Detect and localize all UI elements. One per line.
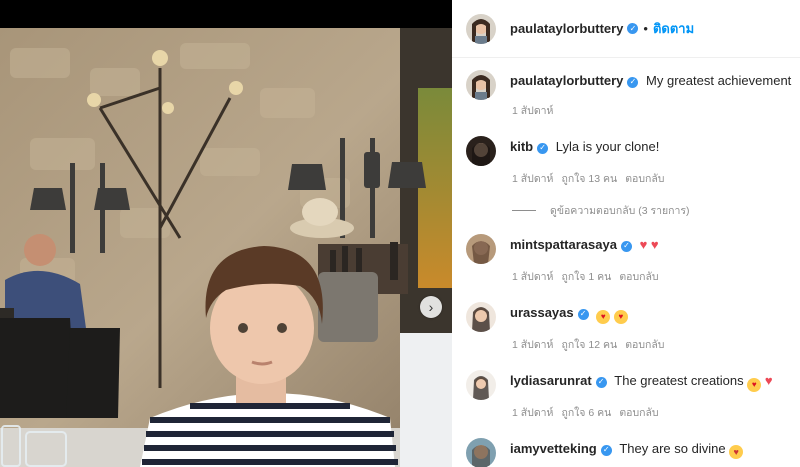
praying-face-icon: ♥ bbox=[729, 445, 744, 459]
comment-text: The greatest creations bbox=[614, 373, 744, 388]
reply-button[interactable]: ตอบกลับ bbox=[625, 336, 664, 353]
heart-eyes-icon: ♥ bbox=[596, 310, 611, 324]
replies-divider bbox=[512, 210, 536, 211]
comment-text: Lyla is your clone! bbox=[555, 139, 660, 154]
caption-avatar[interactable] bbox=[466, 70, 496, 100]
heart-eyes-icon: ♥ bbox=[747, 378, 762, 392]
view-replies-button[interactable]: ดูข้อความตอบกลับ (3 รายการ) bbox=[512, 202, 690, 219]
author-username[interactable]: paulataylorbuttery bbox=[510, 21, 623, 36]
red-heart-icon: ♥ bbox=[650, 237, 659, 252]
post-photo bbox=[0, 28, 452, 467]
commenter-username[interactable]: mintspattarasaya bbox=[510, 237, 617, 252]
comment-likes[interactable]: ถูกใจ 12 คน bbox=[561, 336, 617, 353]
chevron-right-icon: › bbox=[428, 299, 434, 315]
top-black-bar bbox=[0, 0, 452, 28]
comment-likes[interactable]: ถูกใจ 6 คน bbox=[561, 404, 611, 421]
commenter-username[interactable]: kitb bbox=[510, 139, 533, 154]
verified-badge-icon: ✓ bbox=[600, 444, 612, 456]
comment-time: 1 สัปดาห์ bbox=[512, 173, 554, 185]
caption-time: 1 สัปดาห์ bbox=[512, 105, 554, 117]
caption-text: My greatest achievement bbox=[646, 73, 792, 88]
commenter-username[interactable]: lydiasarunrat bbox=[510, 373, 592, 388]
comment-item: iamyvetteking ✓ They are so divine ♥ bbox=[466, 438, 796, 467]
verified-badge-icon: ✓ bbox=[620, 240, 632, 252]
comment-item: lydiasarunrat ✓ The greatest creations ♥ … bbox=[466, 370, 796, 421]
commenter-avatar[interactable] bbox=[466, 136, 496, 166]
commenter-username[interactable]: urassayas bbox=[510, 305, 574, 320]
comment-item: mintspattarasaya ✓ ♥ ♥ 1 สัปดาห์ ถูกใจ 1 … bbox=[466, 234, 796, 285]
reply-button[interactable]: ตอบกลับ bbox=[625, 170, 664, 187]
commenter-avatar[interactable] bbox=[466, 370, 496, 400]
comment-likes[interactable]: ถูกใจ 1 คน bbox=[561, 268, 611, 285]
view-replies-label: ดูข้อความตอบกลับ (3 รายการ) bbox=[550, 205, 690, 217]
commenter-avatar[interactable] bbox=[466, 234, 496, 264]
comment-likes[interactable]: ถูกใจ 13 คน bbox=[561, 170, 617, 187]
comment-time: 1 สัปดาห์ bbox=[512, 407, 554, 419]
comment-text: They are so divine bbox=[619, 441, 726, 456]
verified-badge-icon: ✓ bbox=[627, 23, 639, 34]
caption-username[interactable]: paulataylorbuttery bbox=[510, 73, 623, 88]
comment-item: kitb ✓ Lyla is your clone! 1 สัปดาห์ ถูกใ… bbox=[466, 136, 796, 187]
heart-eyes-icon: ♥ bbox=[613, 310, 628, 324]
red-heart-icon: ♥ bbox=[764, 373, 773, 388]
separator-dot: • bbox=[643, 21, 648, 36]
comment-time: 1 สัปดาห์ bbox=[512, 271, 554, 283]
commenter-avatar[interactable] bbox=[466, 302, 496, 332]
comment-item: urassayas ✓ ♥ ♥ 1 สัปดาห์ ถูกใจ 12 คน ตอบ… bbox=[466, 302, 796, 353]
verified-badge-icon: ✓ bbox=[537, 142, 549, 154]
comments-panel: paulataylorbuttery ✓ • ติดตาม paulataylo… bbox=[452, 0, 800, 467]
commenter-username[interactable]: iamyvetteking bbox=[510, 441, 597, 456]
verified-badge-icon: ✓ bbox=[577, 308, 589, 320]
verified-badge-icon: ✓ bbox=[595, 376, 607, 388]
caption: paulataylorbuttery ✓ My greatest achievem… bbox=[466, 70, 796, 119]
next-photo-button[interactable]: › bbox=[420, 296, 442, 318]
author-avatar[interactable] bbox=[466, 13, 496, 44]
commenter-avatar[interactable] bbox=[466, 438, 496, 467]
reply-button[interactable]: ตอบกลับ bbox=[619, 268, 658, 285]
post-header: paulataylorbuttery ✓ • ติดตาม bbox=[452, 0, 800, 58]
red-heart-icon: ♥ bbox=[639, 237, 648, 252]
follow-button[interactable]: ติดตาม bbox=[653, 18, 694, 39]
verified-badge-icon: ✓ bbox=[627, 76, 639, 88]
reply-button[interactable]: ตอบกลับ bbox=[619, 404, 658, 421]
comment-time: 1 สัปดาห์ bbox=[512, 339, 554, 351]
